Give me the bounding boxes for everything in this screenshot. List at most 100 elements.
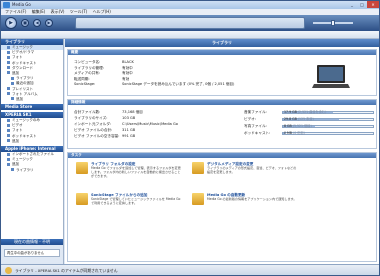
folder-icon [7,71,10,75]
stats-section-title: 詳細情報 [68,100,376,105]
stop-icon: ■ [23,20,27,25]
sidebar-store-header[interactable]: Media Store [1,104,63,111]
folder-icon [7,157,10,161]
tasks-section-title: タスク [68,153,376,158]
task-item[interactable]: デジタルメディア設定の変更 ライブラリのメディアの形式設定、音質、ビデオ、フォトな… [192,162,300,190]
page-title: ライブラリ [65,39,379,47]
stats-label: インポート元フォルダ: [74,122,112,126]
folder-icon [7,61,10,65]
stats-label: ビデオ ファイルの合計: [74,128,113,132]
task-description: Media Go の最新版の情報をアプリケーション内で通知します。 [207,197,297,201]
sidebar-item[interactable]: 追加 [1,139,63,144]
now-playing-display [75,17,305,29]
stats-label: ライブラリのサイズ: [74,116,108,120]
folder-icon [7,66,10,70]
volume-thumb[interactable] [331,20,335,26]
stats-label: ビデオ ファイルの空き容量: [74,134,120,138]
now-playing-panel: 現在の曲情報 - 不明 再生中の曲がありません [1,239,63,264]
sidebar-item-label: フォト [12,55,23,60]
folder-icon [7,118,10,122]
sidebar-item[interactable]: 追加 [1,97,63,102]
stop-button[interactable]: ■ [21,19,29,27]
folder-icon [11,168,14,172]
info-value: 有効 [122,76,130,81]
usage-label: 写真ファイル: [244,124,267,128]
main-panel: ライブラリ 概要 コンピュータ名: BLACK ライブラリの管理: 有効中 メディアの共… [65,39,379,264]
folder-icon [7,128,10,132]
sidebar-item-label: フォト アルバム [12,91,38,96]
sidebar-item-label: ミュージックのみ [12,118,40,123]
app-window: Media Go _ □ ✕ ファイル(F) 編集(E) 表示(V) ツール(T… [0,0,380,276]
volume-slider[interactable] [313,20,353,26]
sidebar-item-label: ミュージック [12,45,33,49]
minimize-button[interactable]: _ [347,1,357,8]
usage-amount: 29.8 GB [284,117,297,121]
folder-icon [11,76,14,80]
sidebar-item[interactable]: ライブラリ [1,168,63,173]
stats-value: 103 GB [122,116,136,120]
maximize-button[interactable]: □ [357,1,367,8]
laptop-icon [312,65,350,88]
close-button[interactable]: ✕ [367,1,379,8]
sidebar-item-label: 追加 [12,70,19,75]
stats-value: 991 GB [122,134,136,138]
stats-section: 詳細情報 合計ファイル数: 73,168 個目 ライブラリのサイズ: 103 GB イン… [67,99,377,149]
stats-row: インポート元フォルダ: C:\Users\Music\Music\Media Go [74,122,178,127]
sidebar-item-label: 追加 [12,162,19,167]
info-row: コンピュータ名: BLACK [74,60,134,65]
now-playing-header: 現在の曲情報 - 不明 [1,239,63,245]
usage-label: 音楽ファイル: [244,110,267,114]
sidebar-item-label: インポートされたファイル [12,152,54,156]
stats-row: ビデオ ファイルの空き容量: 991 GB [74,134,135,139]
sidebar-device1-list: ミュージックのみ ビデオ フォト ポッドキャスト 追加 [1,118,63,144]
window-title: Media Go [12,2,31,7]
sidebar: ライブラリ ミュージック ビデオ/ドラマ フォト ポッドキャスト ダウンロード 追加 ライブ… [1,39,64,264]
sidebar-item-label: 追加 [12,138,19,143]
info-label: 転送同期: [74,76,90,81]
usage-detail: (5,521 個目) [292,124,312,128]
status-text: ライブラリ - XPERIA SK1 のアイテムが同期されていません [15,268,118,273]
folder-icon [7,134,10,138]
info-value: SonicStage データを読み込んでいます (0% 完了, 0個 / 2,0… [122,82,235,86]
previous-icon: ◀ [35,20,39,25]
status-bar: ライブラリ - XPERIA SK1 のアイテムが同期されていません [1,264,379,275]
settings-icon [192,162,204,174]
info-value: 有効中 [122,65,133,70]
info-label: メディアの共有: [74,71,101,75]
usage-value: 0 MB (0 個目) [284,131,305,136]
tasks-section: タスク ライブラリ フォルダの設定 Media Go でフォルダを追加して管理、表… [67,152,377,262]
sidebar-item-label: ポッドキャスト [12,133,37,138]
folder-icon [7,45,10,49]
info-section-title: 概要 [68,50,376,55]
task-description: SonicStage で管理していたミュージックファイルを Media Go で… [91,197,181,205]
stats-row: ビデオ ファイルの合計: 311 GB [74,128,135,133]
sidebar-device2-list: インポートされたファイル ミュージック 追加 ライブラリ [1,152,63,173]
status-warning-icon [5,267,12,274]
previous-button[interactable]: ◀ [33,19,41,27]
stats-value: C:\Users\Music\Music\Media Go [122,122,178,126]
title-bar: Media Go _ □ ✕ [1,1,379,9]
usage-amount: 8 GB [284,124,292,128]
usage-detail: (2,521 曲目を含む) [297,110,327,114]
app-logo-icon [3,2,10,8]
info-row: 転送同期: 有効 [74,77,129,82]
sidebar-item-label: ダウンロード [12,65,33,70]
task-item[interactable]: SonicStage ファイルからの追加 SonicStage で管理していたミュ… [76,193,184,221]
info-row: ライブラリの管理: 有効中 [74,66,133,71]
task-description: ライブラリのメディアの形式設定、音質、ビデオ、フォトなどの設定を変更します。 [207,166,297,174]
usage-label: ポッドキャスト: [244,131,271,135]
usage-amount: 0 MB [284,131,292,135]
folder-icon [7,55,10,59]
now-playing-box: 再生中の曲がありません [4,249,60,257]
stats-value: 311 GB [122,128,136,132]
next-button[interactable]: ▶ [45,19,53,27]
info-row: SonicStage: SonicStage データを読み込んでいます (0% 完… [74,82,234,87]
task-item[interactable]: Media Go の自動更新 Media Go の最新版の情報をアプリケーション内… [192,193,300,221]
navigation-bar [1,31,379,39]
folder-icon [7,139,10,143]
sidebar-item-label: ポッドキャスト [12,60,37,65]
task-item[interactable]: ライブラリ フォルダの設定 Media Go でフォルダを追加して管理、表示するフ… [76,162,184,190]
folder-icon [7,162,10,166]
info-value: 有効中 [122,71,133,75]
play-button[interactable]: ▶ [5,17,17,29]
